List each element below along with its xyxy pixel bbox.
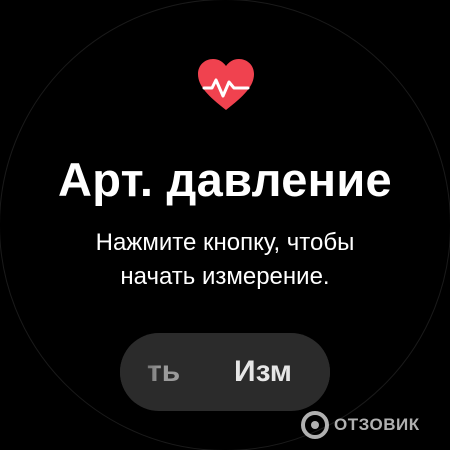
button-fade-right <box>290 333 330 411</box>
heart-pulse-icon <box>198 59 254 110</box>
instruction-line-1: Нажмите кнопку, чтобы <box>95 229 355 256</box>
page-title: Арт. давление <box>58 153 392 206</box>
watermark-logo-icon <box>301 411 329 439</box>
watch-screen: Арт. давление Нажмите кнопку, чтобы нача… <box>0 0 450 450</box>
measure-button[interactable]: ть Изм <box>120 333 330 411</box>
instruction-text: Нажмите кнопку, чтобы начать измерение. <box>40 226 410 294</box>
measure-button-label: Изм <box>234 355 292 388</box>
watermark-text: ОТЗОВИК <box>334 415 420 434</box>
instruction-line-2: начать измерение. <box>120 263 330 290</box>
watermark: ОТЗОВИК <box>300 408 450 442</box>
button-fade-left <box>120 333 160 411</box>
